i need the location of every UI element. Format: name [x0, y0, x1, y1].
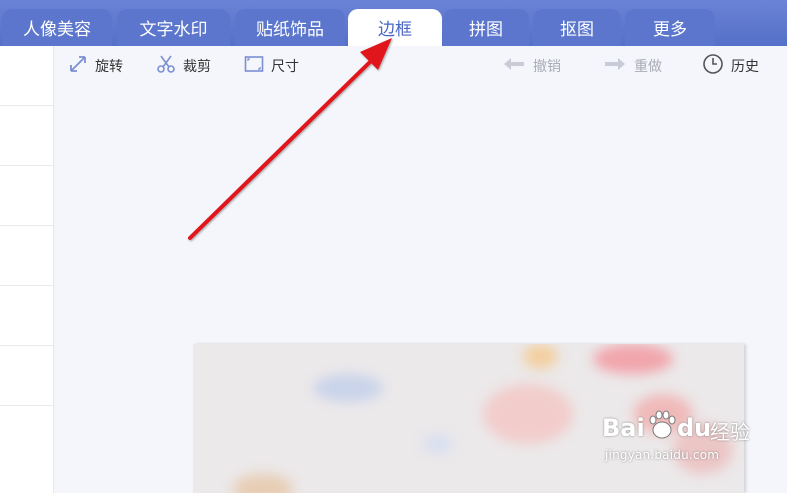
annotation-arrow	[188, 38, 392, 240]
